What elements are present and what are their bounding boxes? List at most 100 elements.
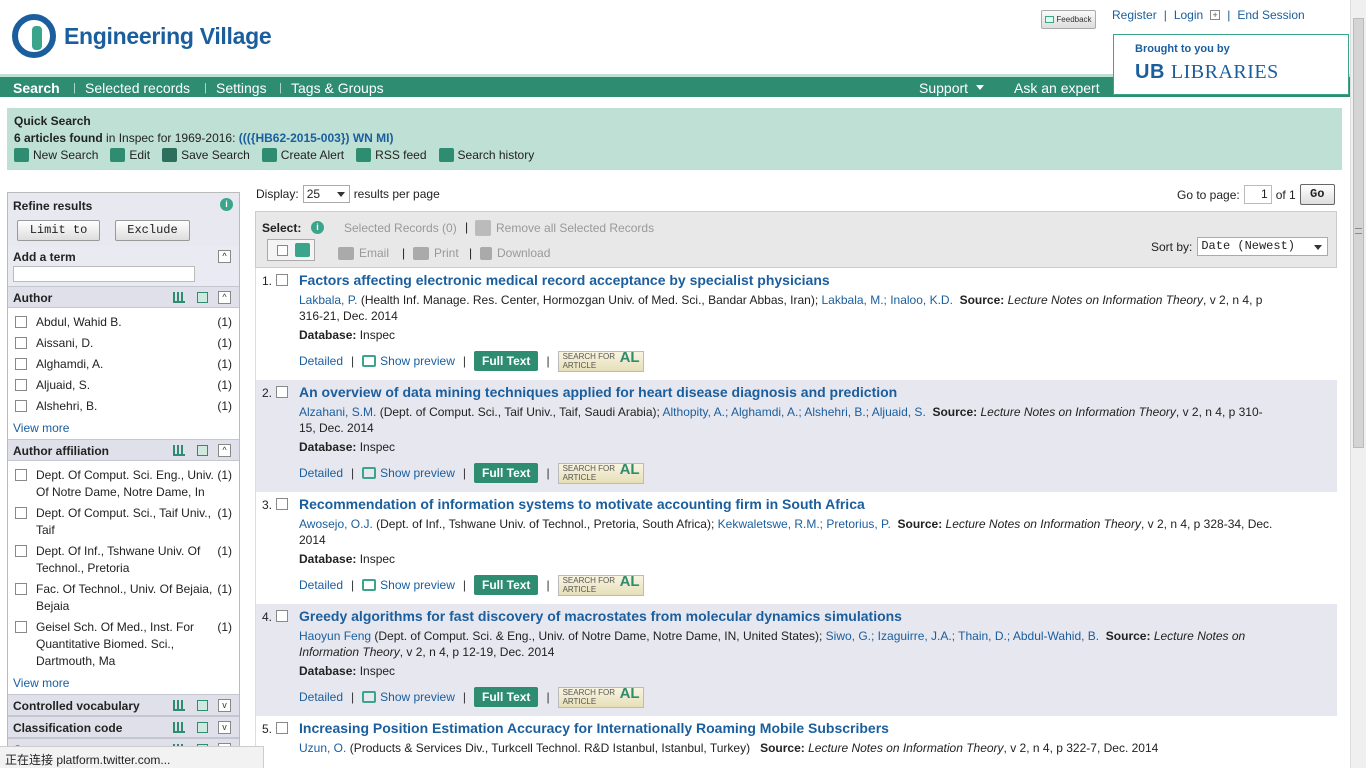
chart-icon[interactable] [173,700,185,711]
facet-item[interactable]: Dept. Of Inf., Tshwane Univ. Of Technol.… [8,541,239,579]
expand-icon[interactable]: v [218,699,231,712]
facet-checkbox[interactable] [15,583,27,595]
end-session-link[interactable]: End Session [1237,8,1304,22]
results-per-page-select[interactable]: 25 [302,185,350,203]
register-link[interactable]: Register [1112,8,1157,22]
save-search-button[interactable]: Save Search [162,148,250,162]
rss-feed-button[interactable]: RSS feed [356,148,427,162]
result-title[interactable]: Factors affecting electronic medical rec… [299,272,1277,289]
result-title[interactable]: An overview of data mining techniques ap… [299,384,1277,401]
collapse-icon[interactable]: ^ [218,444,231,457]
facet-checkbox[interactable] [15,379,27,391]
coauthor-links[interactable]: Althopity, A.; Alghamdi, A.; Alshehri, B… [663,405,926,419]
facet-item[interactable]: Aljuaid, S. (1) [8,375,239,396]
select-dropdown-icon[interactable] [295,243,310,257]
search-for-article-button[interactable]: SEARCH FOR ARTICLE AL [557,574,644,596]
facet-item[interactable]: Aissani, D. (1) [8,333,239,354]
facet-item[interactable]: Alghamdi, A. (1) [8,354,239,375]
author-link[interactable]: Uzun, O. [299,741,346,755]
search-query-link[interactable]: ((({HB62-2015-003}) WN MI) [239,131,394,145]
select-all-control[interactable] [267,239,315,261]
full-text-button[interactable]: Full Text [473,351,539,371]
facet-checkbox[interactable] [15,469,27,481]
page-input[interactable]: 1 [1243,185,1272,204]
result-checkbox[interactable] [276,498,288,510]
sort-select[interactable]: Date (Newest) [1197,237,1329,256]
go-button[interactable]: Go [1299,184,1335,205]
coauthor-links[interactable]: Siwo, G.; Izaguirre, J.A.; Thain, D.; Ab… [826,629,1099,643]
nav-ask-expert[interactable]: Ask an expert [1014,80,1100,96]
detailed-link[interactable]: Detailed [299,690,343,704]
expand-login-icon[interactable]: + [1210,10,1221,20]
expand-icon[interactable]: v [218,721,231,734]
feedback-button[interactable]: Feedback [1041,10,1096,29]
result-title[interactable]: Increasing Position Estimation Accuracy … [299,720,1277,737]
add-term-input[interactable] [13,266,195,282]
facet-checkbox[interactable] [15,621,27,633]
collapse-icon[interactable]: ^ [218,291,231,304]
coauthor-links[interactable]: Lakbala, M.; Inaloo, K.D. [822,293,953,307]
chart-icon[interactable] [173,445,185,456]
page-scrollbar[interactable] [1350,0,1366,768]
show-preview-link[interactable]: Show preview [362,690,455,704]
collapse-icon[interactable]: ^ [218,250,231,263]
email-button[interactable]: Email [338,246,389,260]
show-preview-link[interactable]: Show preview [362,354,455,368]
chart-icon[interactable] [173,292,185,303]
author-link[interactable]: Lakbala, P. [299,293,358,307]
edit-button[interactable]: Edit [110,148,150,162]
info-icon[interactable]: i [220,198,233,211]
result-checkbox[interactable] [276,274,288,286]
facet-item[interactable]: Abdul, Wahid B. (1) [8,312,239,333]
selected-records-link[interactable]: Selected Records (0) [344,221,457,235]
facet-item[interactable]: Dept. Of Comput. Sci. Eng., Univ. Of Not… [8,465,239,503]
search-for-article-button[interactable]: SEARCH FOR ARTICLE AL [557,686,644,708]
print-button[interactable]: Print [413,246,459,260]
search-for-article-button[interactable]: SEARCH FOR ARTICLE AL [557,350,644,372]
facet-checkbox[interactable] [15,337,27,349]
chart-icon[interactable] [173,722,185,733]
full-text-button[interactable]: Full Text [473,687,539,707]
table-icon[interactable] [197,700,208,711]
facet-checkbox[interactable] [15,545,27,557]
facet-checkbox[interactable] [15,507,27,519]
facet-item[interactable]: Fac. Of Technol., Univ. Of Bejaia, Bejai… [8,579,239,617]
nav-settings[interactable]: Settings [216,80,267,96]
detailed-link[interactable]: Detailed [299,466,343,480]
classification-code-header[interactable]: Classification code v [8,716,239,738]
author-link[interactable]: Awosejo, O.J. [299,517,373,531]
search-for-article-button[interactable]: SEARCH FOR ARTICLE AL [557,462,644,484]
controlled-vocabulary-header[interactable]: Controlled vocabulary v [8,694,239,716]
author-link[interactable]: Alzahani, S.M. [299,405,376,419]
search-history-button[interactable]: Search history [438,148,534,162]
author-view-more[interactable]: View more [8,419,239,439]
result-title[interactable]: Greedy algorithms for fast discovery of … [299,608,1277,625]
facet-checkbox[interactable] [15,400,27,412]
facet-checkbox[interactable] [15,316,27,328]
affiliation-facet-header[interactable]: Author affiliation ^ [8,439,239,461]
ub-libraries-logo[interactable]: UB LIBRARIES [1135,61,1279,84]
info-icon[interactable]: i [311,221,324,234]
author-link[interactable]: Haoyun Feng [299,629,371,643]
facet-item[interactable]: Dept. Of Comput. Sci., Taif Univ., Taif (… [8,503,239,541]
detailed-link[interactable]: Detailed [299,578,343,592]
limit-to-button[interactable]: Limit to [17,220,100,241]
select-all-checkbox[interactable] [277,245,288,256]
show-preview-link[interactable]: Show preview [362,466,455,480]
affiliation-view-more[interactable]: View more [8,674,239,694]
result-checkbox[interactable] [276,386,288,398]
remove-all-button[interactable]: Remove all Selected Records [475,220,654,236]
table-icon[interactable] [197,292,208,303]
facet-item[interactable]: Alshehri, B. (1) [8,396,239,417]
detailed-link[interactable]: Detailed [299,354,343,368]
facet-checkbox[interactable] [15,358,27,370]
download-button[interactable]: Download [480,246,550,260]
table-icon[interactable] [197,445,208,456]
result-checkbox[interactable] [276,610,288,622]
nav-search[interactable]: Search [13,80,60,96]
create-alert-button[interactable]: Create Alert [261,148,344,162]
table-icon[interactable] [197,722,208,733]
result-checkbox[interactable] [276,722,288,734]
full-text-button[interactable]: Full Text [473,463,539,483]
coauthor-links[interactable]: Kekwaletswe, R.M.; Pretorius, P. [718,517,891,531]
